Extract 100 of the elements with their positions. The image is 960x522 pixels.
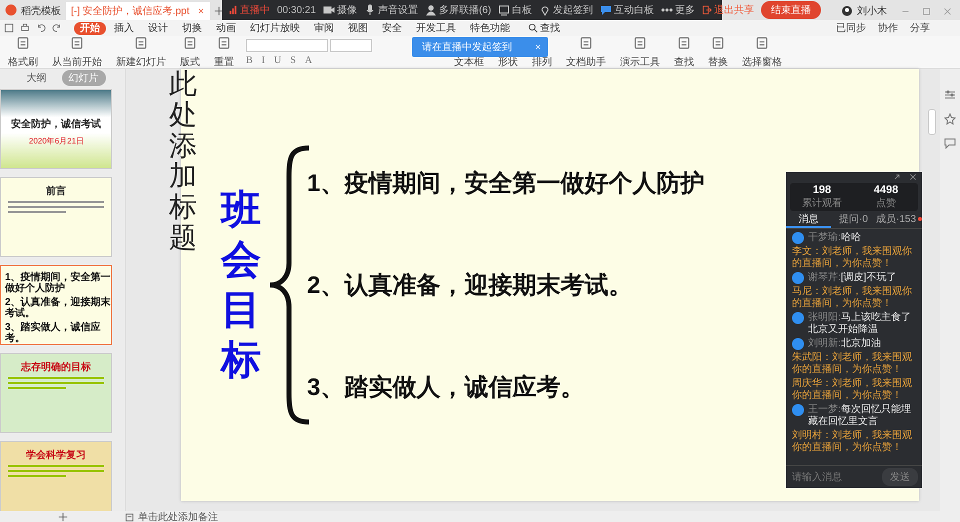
chat-bubble-icon [600, 4, 612, 16]
live-tool-button[interactable]: 更多 [661, 3, 696, 17]
system-message: 李文：刘老师，我来围观你的直播间，为你点赞！ [792, 246, 913, 270]
menu-tab[interactable]: 动画 [210, 22, 242, 34]
live-tool-button[interactable]: 摄像 [322, 3, 357, 17]
system-message: 周庆华：刘老师，我来围观你的直播间，为你点赞！ [792, 378, 913, 402]
thumbnail-title: 志存明确的目标 [21, 360, 91, 374]
tool-icon [134, 36, 148, 50]
microphone-icon [364, 4, 376, 16]
font-field[interactable] [246, 38, 328, 52]
menu-tab[interactable]: 设计 [142, 22, 174, 34]
avatar-icon [792, 312, 804, 324]
toolbar-link[interactable]: 协作 [878, 21, 898, 35]
search-icon [528, 23, 538, 33]
ribbon-button[interactable]: 文档助手 [564, 36, 608, 68]
menu-tab[interactable]: 特色功能 [464, 22, 516, 34]
slide-thumbnail[interactable]: 1、疫情期间，安全第一做好个人防护 2、认真准备，迎接期末考试。 3、踏实做人，诚信应考。 [0, 265, 112, 345]
whiteboard-icon [498, 4, 510, 16]
live-tool-button[interactable]: 声音设置 [364, 3, 418, 17]
live-tool-button[interactable]: 白板 [498, 3, 532, 17]
stat-value: 198 [812, 184, 832, 196]
menu-tab[interactable]: 开始 [74, 22, 106, 34]
ribbon-button[interactable]: 重置 [212, 36, 236, 68]
tool-icon [711, 36, 725, 50]
document-tab[interactable]: [-] 安全防护，诚信应考.ppt [66, 2, 210, 20]
chat-tab[interactable]: 消息 [786, 212, 831, 228]
font-size-field[interactable] [330, 38, 372, 52]
format-button[interactable]: U [274, 54, 282, 66]
slide-item: 2、认真准备，迎接期末考试。 [307, 271, 634, 301]
format-button[interactable]: A [304, 54, 312, 66]
panel-tab[interactable]: 大纲 [20, 70, 54, 86]
chat-message: 王一梦:每次回忆只能埋藏在回忆里文言 [808, 404, 912, 428]
toolbar-link[interactable]: 分享 [910, 21, 930, 35]
avatar-icon [792, 272, 804, 284]
ribbon-button[interactable]: 版式 [178, 36, 202, 68]
tool-icon [217, 36, 231, 50]
thumbnail-item: 3、踏实做人，诚信应考。 [5, 322, 102, 344]
ribbon-button[interactable]: 演示工具 [618, 36, 662, 68]
tooltip-text: 请在直播中发起签到 [422, 40, 512, 54]
format-button[interactable]: I [262, 54, 266, 66]
menu-tab[interactable]: 视图 [342, 22, 374, 34]
thumbnail-item: 2、认真准备，迎接期末考试。 [5, 297, 111, 319]
menu-tab[interactable]: 审阅 [308, 22, 340, 34]
ribbon-button[interactable]: 查找 [672, 36, 696, 68]
ribbon-button[interactable]: 新建幻灯片 [114, 36, 168, 68]
scrollbar-thumb[interactable] [928, 109, 936, 135]
thumbnail-title: 学会科学复习 [26, 448, 86, 462]
slide-thumbnail[interactable]: 志存明确的目标 [0, 353, 112, 433]
ribbon-button[interactable]: 选择窗格 [740, 36, 784, 68]
plus-icon [58, 512, 68, 522]
system-message: 刘明村：刘老师，我来围观你的直播间，为你点赞！ [792, 430, 913, 454]
menu-tab[interactable]: 开发工具 [410, 22, 462, 34]
chat-tab[interactable]: 成员·153 [876, 212, 922, 228]
undo-icon [36, 23, 46, 33]
avatar-icon [792, 232, 804, 244]
camera-icon [322, 4, 335, 16]
chat-tab[interactable]: 提问·0 [831, 212, 876, 228]
avatar-icon [792, 404, 804, 416]
slide-thumbnail[interactable]: 前言 [0, 177, 112, 257]
format-button[interactable]: S [290, 54, 296, 66]
user-avatar-icon [841, 5, 853, 17]
plus-icon [214, 6, 224, 16]
menu-tab[interactable]: 切换 [176, 22, 208, 34]
end-live-button[interactable]: 结束直播 [761, 1, 822, 19]
slide-title: 此处添加标题 [169, 69, 197, 254]
live-tool-button[interactable]: 发起签到 [539, 3, 594, 17]
slide-heading: 班会目标 [221, 187, 261, 384]
system-message: 马尼：刘老师，我来围观你的直播间，为你点赞！ [792, 286, 913, 310]
menu-tab[interactable]: 幻灯片放映 [244, 22, 306, 34]
live-tool-button[interactable]: 互动白板 [600, 3, 654, 17]
close-icon [534, 43, 542, 51]
user-name[interactable]: 刘小木 [857, 4, 887, 18]
logo-icon [5, 4, 17, 16]
save-icon [4, 23, 14, 33]
search-link[interactable]: 查找 [540, 21, 560, 35]
slide-thumbnail[interactable]: 学会科学复习 [0, 441, 112, 511]
message-input[interactable]: 请输入消息 [790, 470, 878, 484]
menu-tab[interactable]: 插入 [108, 22, 140, 34]
chat-message: 张明阳:马上该吃主食了北京又开始降温 [808, 312, 912, 336]
sliders-icon [944, 89, 956, 101]
redo-icon [52, 23, 62, 33]
ribbon-button[interactable]: 从当前开始 [50, 36, 104, 68]
live-tool-button[interactable]: 多屏联播(6) [424, 3, 492, 17]
avatar-icon [792, 338, 804, 350]
ribbon-button[interactable]: 格式刷 [6, 36, 40, 68]
notes-placeholder[interactable]: 单击此处添加备注 [138, 510, 218, 522]
chat-message: 谢琴芹:[调皮]不玩了 [808, 272, 896, 284]
toolbar-link[interactable]: 已同步 [836, 21, 866, 35]
notes-icon [125, 512, 134, 522]
format-button[interactable]: B [246, 54, 253, 66]
chat-message: 刘明新:北京加油 [808, 338, 881, 350]
menu-tab[interactable]: 安全 [376, 22, 408, 34]
live-timer: 00:30:21 [277, 4, 316, 16]
slide-thumbnail[interactable]: 安全防护，诚信考试 2020年6月21日 [0, 89, 112, 169]
ribbon-button[interactable]: 替换 [706, 36, 730, 68]
comment-icon [944, 137, 956, 149]
system-message: 朱武阳：刘老师，我来围观你的直播间，为你点赞！ [792, 352, 913, 376]
thumbnail-date: 2020年6月21日 [28, 136, 84, 146]
document-tab[interactable]: 稻壳模板 [0, 2, 66, 20]
stat-value: 4498 [874, 184, 898, 196]
